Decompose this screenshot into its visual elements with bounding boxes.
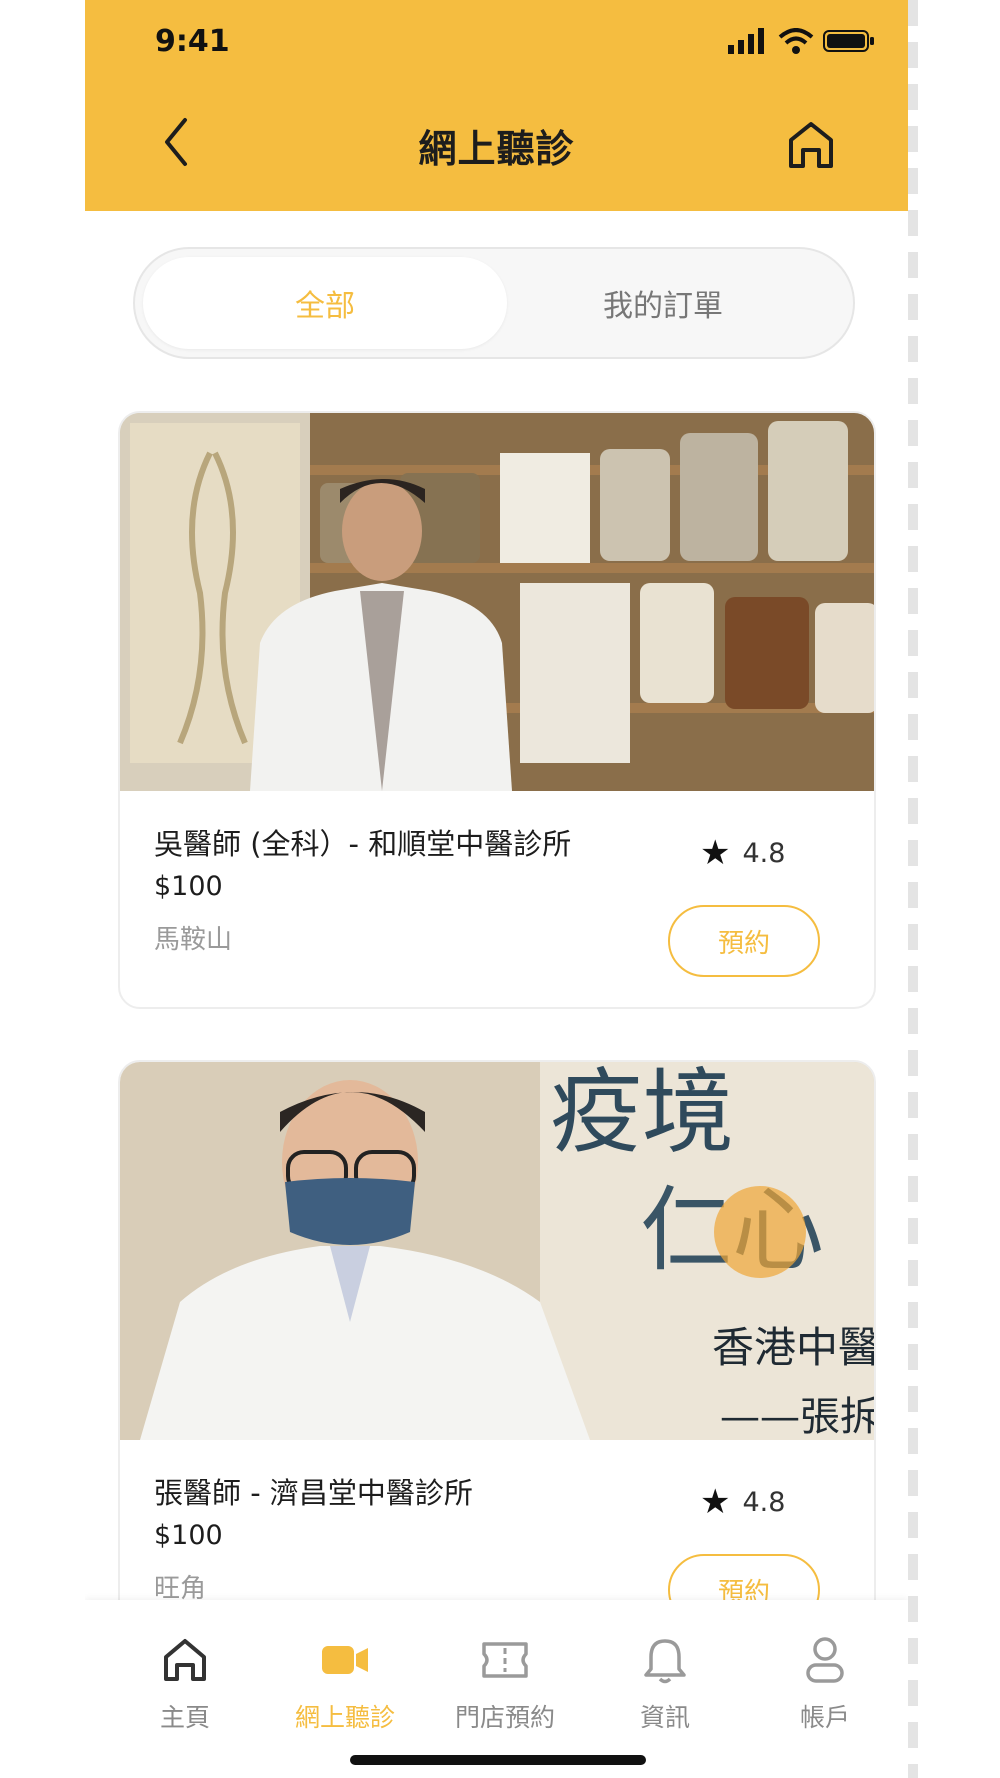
home-icon	[115, 1630, 255, 1690]
doctor-card[interactable]: 吳醫師 (全科）- 和順堂中醫診所 $100 馬鞍山 ★ 4.8 預約	[118, 411, 876, 1009]
segment-control: 全部 我的訂單	[133, 247, 855, 359]
status-icons	[728, 28, 878, 54]
tab-my-orders[interactable]: 我的訂單	[481, 257, 845, 349]
book-button[interactable]: 預約	[668, 905, 820, 977]
screen-edge-divider	[908, 0, 918, 1778]
doctor-name: 吳醫師 (全科）- 和順堂中醫診所	[154, 827, 572, 861]
tab-account[interactable]: 帳戶	[755, 1630, 895, 1734]
doctor-name: 張醫師 - 濟昌堂中醫診所	[154, 1476, 473, 1510]
home-indicator	[350, 1755, 646, 1765]
tab-store-booking[interactable]: 門店預約	[435, 1630, 575, 1734]
doctor-rating: ★ 4.8	[700, 833, 785, 873]
doctor-photo: 疫境 仁心 香港中醫 ——張拆	[120, 1062, 876, 1440]
photo-caption-line1: 疫境	[550, 1062, 734, 1166]
tab-label: 帳戶	[799, 1703, 850, 1732]
tab-label: 主頁	[159, 1703, 210, 1732]
bell-icon	[595, 1630, 735, 1690]
home-button[interactable]	[783, 116, 839, 172]
doctor-area: 馬鞍山	[154, 925, 233, 955]
wifi-icon	[778, 28, 814, 54]
tab-online-consult[interactable]: 網上聽診	[275, 1630, 415, 1734]
photo-caption-line4: ——張拆	[720, 1394, 876, 1440]
ticket-icon	[435, 1630, 575, 1690]
star-icon: ★	[700, 833, 731, 873]
tab-label: 資訊	[639, 1703, 690, 1732]
user-icon	[755, 1630, 895, 1690]
doctor-rating: ★ 4.8	[700, 1482, 785, 1522]
tab-home[interactable]: 主頁	[115, 1630, 255, 1734]
tab-news[interactable]: 資訊	[595, 1630, 735, 1734]
home-icon	[789, 122, 833, 168]
doctor-price: $100	[154, 1520, 223, 1551]
doctor-card[interactable]: 疫境 仁心 香港中醫 ——張拆 張醫師 - 濟昌堂中醫診所 $100 旺角 ★ …	[118, 1060, 876, 1660]
video-icon	[275, 1630, 415, 1690]
app-header: 9:41 網上聽診	[85, 0, 908, 211]
doctor-photo	[120, 413, 874, 791]
rating-value: 4.8	[742, 837, 786, 869]
photo-caption-line3: 香港中醫	[712, 1323, 876, 1372]
bottom-tab-bar: 主頁 網上聽診 門店預約 資訊 帳戶	[85, 1600, 908, 1778]
phone-screen: 9:41 網上聽診 全部 我的訂單 吳醫師 (全科）- 和順堂中醫診所 $100…	[85, 0, 908, 1778]
rating-value: 4.8	[742, 1486, 786, 1518]
tab-label: 門店預約	[454, 1703, 555, 1732]
star-icon: ★	[700, 1482, 731, 1522]
signal-icon	[728, 28, 768, 54]
tab-all[interactable]: 全部	[143, 257, 507, 349]
status-time: 9:41	[155, 24, 230, 59]
doctor-price: $100	[154, 871, 223, 902]
tab-label: 網上聽診	[294, 1703, 395, 1732]
battery-icon	[823, 30, 875, 52]
